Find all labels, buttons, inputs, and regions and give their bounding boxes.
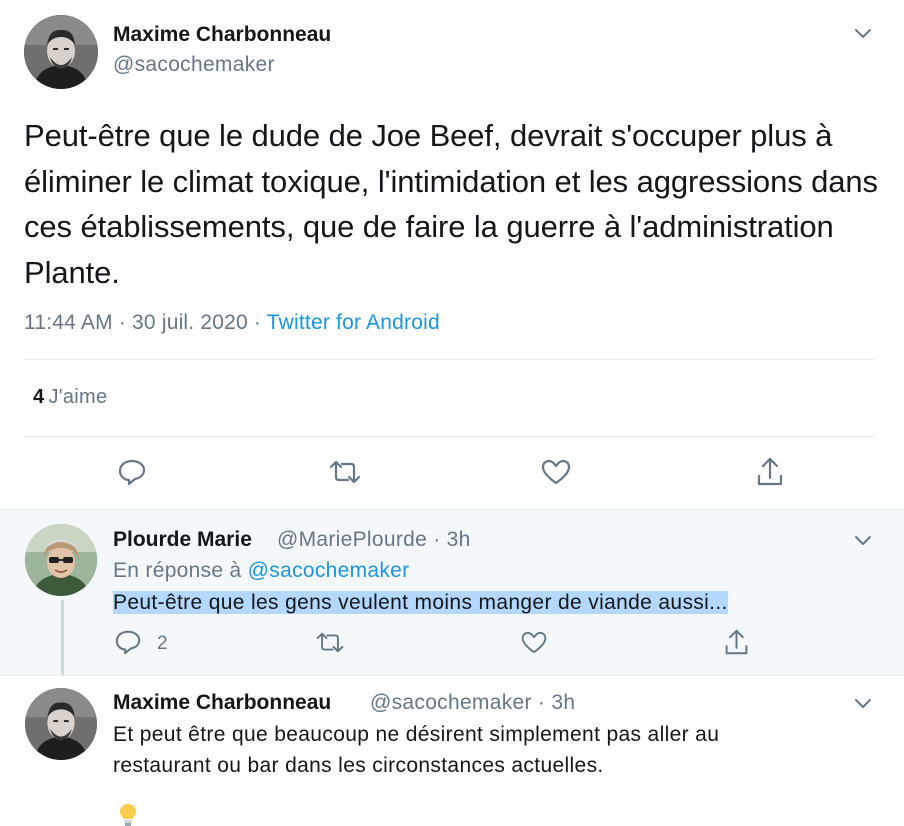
selected-text: Peut-être que les gens veulent moins man…: [113, 591, 728, 614]
likes-number: 4: [33, 386, 45, 408]
tweet-text-line: restaurant ou bar dans les circonstances…: [113, 754, 604, 777]
main-tweet: Maxime Charbonneau @sacochemaker Peut-êt…: [0, 0, 904, 509]
reply-to-handle[interactable]: @sacochemaker: [248, 559, 410, 582]
share-icon[interactable]: [755, 456, 785, 488]
tweet-text-line: Et peut être que beaucoup ne désirent si…: [113, 723, 720, 746]
tweet-text: Peut-être que le dude de Joe Beef, devra…: [24, 118, 878, 290]
author-name[interactable]: Maxime Charbonneau: [113, 691, 331, 715]
likes-count[interactable]: 4 J'aime: [33, 386, 107, 409]
share-icon[interactable]: [723, 628, 750, 657]
author-handle[interactable]: @MariePlourde · 3h: [277, 528, 471, 552]
chevron-down-icon[interactable]: [853, 696, 873, 710]
reply-to-label: En réponse à @sacochemaker: [113, 559, 409, 583]
author-name[interactable]: Maxime Charbonneau: [113, 23, 331, 47]
tweet-source-link[interactable]: Twitter for Android: [267, 311, 440, 334]
chevron-down-icon[interactable]: [853, 533, 873, 547]
thread-line: [61, 600, 64, 680]
tweet-time[interactable]: 11:44 AM · 30 juil. 2020 ·: [24, 311, 267, 334]
author-handle[interactable]: @sacochemaker: [113, 53, 275, 77]
retweet-icon[interactable]: [315, 631, 345, 654]
lightbulb-icon: [118, 803, 138, 826]
chevron-down-icon[interactable]: [853, 26, 873, 40]
author-handle[interactable]: @sacochemaker · 3h: [370, 691, 575, 715]
divider: [24, 359, 875, 360]
reply-icon[interactable]: [117, 458, 147, 486]
avatar[interactable]: [25, 524, 97, 596]
reply-count: 2: [157, 633, 168, 654]
reply-icon[interactable]: [114, 629, 142, 655]
author-name[interactable]: Plourde Marie: [113, 528, 252, 552]
tweet-text: Peut-être que les gens veulent moins man…: [113, 587, 728, 618]
divider: [24, 436, 875, 437]
retweet-icon[interactable]: [328, 459, 362, 485]
likes-label: J'aime: [48, 386, 108, 408]
tweet-timestamp: 11:44 AM · 30 juil. 2020 · Twitter for A…: [24, 311, 440, 335]
heart-outline-icon[interactable]: [520, 630, 548, 655]
reply-to-text: En réponse à: [113, 559, 248, 582]
avatar[interactable]: [25, 688, 97, 760]
heart-outline-icon[interactable]: [540, 458, 572, 486]
avatar[interactable]: [24, 15, 98, 89]
